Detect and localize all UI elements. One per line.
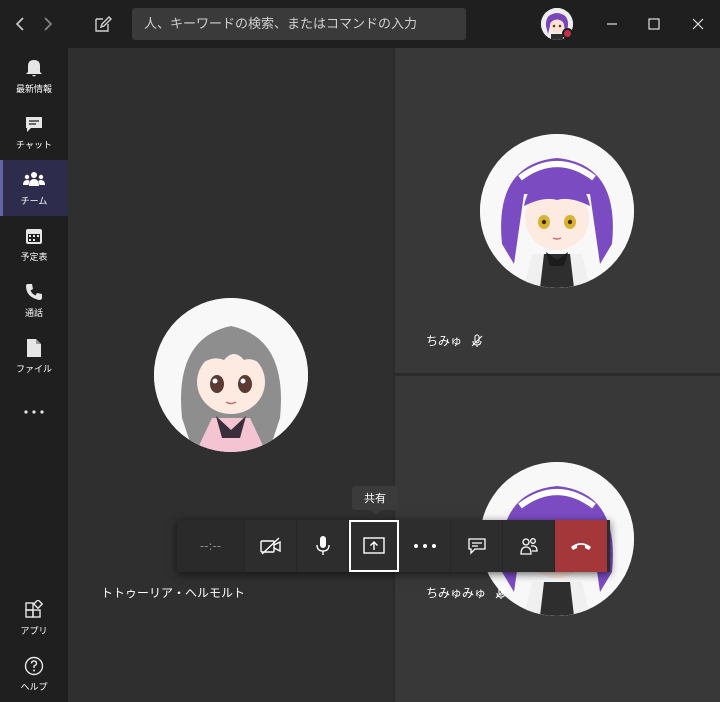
camera-toggle-button[interactable] bbox=[245, 520, 297, 572]
participant-avatar bbox=[154, 298, 308, 452]
participant-tile: トトゥーリア・ヘルモルト bbox=[68, 48, 393, 702]
app-rail: 最新情報 チャット チーム 予定表 通話 ファイル アプリ ヘルプ bbox=[0, 48, 68, 702]
call-controls: --:-- bbox=[177, 520, 610, 572]
more-horizontal-icon bbox=[23, 401, 45, 423]
rail-item-apps[interactable]: アプリ bbox=[0, 590, 68, 646]
mic-toggle-button[interactable] bbox=[297, 520, 349, 572]
rail-item-label: アプリ bbox=[20, 627, 48, 637]
participant-name-row: ちみゅみゅ bbox=[426, 584, 508, 601]
hang-up-icon bbox=[571, 543, 591, 550]
minimize-icon[interactable] bbox=[600, 12, 624, 36]
file-icon bbox=[23, 337, 45, 359]
participant-name: トトゥーリア・ヘルモルト bbox=[101, 586, 246, 600]
chat-icon bbox=[23, 113, 45, 135]
share-button[interactable] bbox=[349, 520, 399, 572]
close-icon[interactable] bbox=[686, 12, 710, 36]
maximize-icon[interactable] bbox=[642, 12, 666, 36]
rail-item-chat[interactable]: チャット bbox=[0, 104, 68, 160]
phone-icon bbox=[23, 281, 45, 303]
participant-tile: ちみゅ bbox=[395, 48, 720, 373]
rail-item-label: 通話 bbox=[24, 309, 43, 319]
rail-item-help[interactable]: ヘルプ bbox=[0, 646, 68, 702]
rail-item-activity[interactable]: 最新情報 bbox=[0, 48, 68, 104]
rail-item-label: ヘルプ bbox=[20, 683, 48, 693]
apps-icon bbox=[23, 599, 45, 621]
more-actions-button[interactable] bbox=[399, 520, 451, 572]
hang-up-button[interactable] bbox=[555, 520, 607, 572]
rail-item-label: チャット bbox=[16, 141, 52, 151]
forward-arrow-icon[interactable] bbox=[38, 12, 58, 36]
rail-item-calendar[interactable]: 予定表 bbox=[0, 216, 68, 272]
title-bar bbox=[0, 0, 720, 48]
rail-item-calls[interactable]: 通話 bbox=[0, 272, 68, 328]
call-timer: --:-- bbox=[177, 520, 245, 572]
meeting-stage: トトゥーリア・ヘルモルト ちみゅ ちみゅみゅ bbox=[68, 48, 720, 702]
search-input[interactable] bbox=[132, 8, 466, 40]
participant-avatar bbox=[480, 134, 634, 288]
presence-busy-icon bbox=[562, 28, 573, 39]
rail-item-label: 最新情報 bbox=[15, 85, 52, 95]
rail-item-teams[interactable]: チーム bbox=[0, 160, 68, 216]
bell-icon bbox=[23, 57, 45, 79]
share-tooltip: 共有 bbox=[352, 486, 398, 515]
participants-icon bbox=[519, 538, 538, 555]
new-chat-icon[interactable] bbox=[92, 13, 114, 35]
rail-item-label: 予定表 bbox=[20, 253, 48, 263]
participant-name: ちみゅみゅ bbox=[426, 586, 487, 600]
more-horizontal-icon bbox=[413, 544, 436, 548]
teams-icon bbox=[23, 169, 45, 191]
help-icon bbox=[23, 655, 45, 677]
chat-bubble-icon bbox=[467, 538, 486, 555]
more-apps-button[interactable] bbox=[0, 384, 68, 440]
microphone-icon bbox=[315, 536, 330, 555]
show-participants-button[interactable] bbox=[503, 520, 555, 572]
rail-item-files[interactable]: ファイル bbox=[0, 328, 68, 384]
rail-item-label: ファイル bbox=[15, 365, 52, 375]
show-conversation-button[interactable] bbox=[451, 520, 503, 572]
back-arrow-icon[interactable] bbox=[10, 12, 30, 36]
search-box[interactable] bbox=[132, 8, 466, 40]
participant-name: ちみゅ bbox=[426, 334, 463, 348]
participant-name-row: ちみゅ bbox=[426, 332, 484, 349]
rail-item-label: チーム bbox=[20, 197, 48, 207]
mic-muted-icon bbox=[495, 585, 507, 599]
share-screen-icon bbox=[363, 537, 385, 554]
calendar-icon bbox=[23, 225, 45, 247]
camera-off-icon bbox=[259, 537, 281, 555]
mic-muted-icon bbox=[471, 333, 483, 347]
